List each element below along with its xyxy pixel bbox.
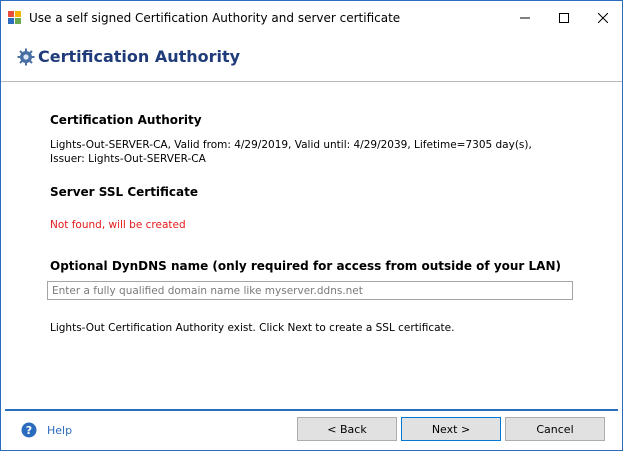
close-button[interactable]: [584, 1, 622, 35]
svg-text:?: ?: [26, 424, 32, 437]
info-text: Lights-Out Certification Authority exist…: [50, 322, 455, 334]
ca-heading: Certification Authority: [50, 113, 202, 127]
dyndns-heading: Optional DynDNS name (only required for …: [50, 259, 561, 273]
close-icon: [598, 13, 608, 23]
help-label: Help: [47, 423, 73, 437]
next-button[interactable]: Next >: [401, 417, 501, 441]
maximize-icon: [559, 13, 569, 23]
wizard-content: Certification Authority Lights-Out-SERVE…: [1, 82, 622, 408]
wizard-window: Use a self signed Certification Authorit…: [0, 0, 623, 451]
windows-app-icon: [8, 10, 22, 24]
title-bar[interactable]: Use a self signed Certification Authorit…: [1, 1, 622, 35]
ssl-status: Not found, will be created: [50, 219, 186, 231]
ca-details: Lights-Out-SERVER-CA, Valid from: 4/29/2…: [50, 139, 532, 165]
page-title: Certification Authority: [38, 47, 241, 66]
dyndns-input[interactable]: [47, 281, 573, 300]
help-icon: ?: [21, 422, 37, 438]
footer-divider: [5, 409, 618, 411]
back-button[interactable]: < Back: [297, 417, 397, 441]
ssl-heading: Server SSL Certificate: [50, 185, 199, 199]
minimize-icon: [520, 17, 530, 19]
help-link[interactable]: ? Help: [21, 421, 72, 439]
window-title: Use a self signed Certification Authorit…: [29, 11, 401, 25]
minimize-button[interactable]: [506, 1, 544, 35]
maximize-button[interactable]: [545, 1, 583, 35]
wizard-header: Certification Authority: [1, 35, 622, 82]
cancel-button[interactable]: Cancel: [505, 417, 605, 441]
gear-icon: [17, 48, 35, 66]
